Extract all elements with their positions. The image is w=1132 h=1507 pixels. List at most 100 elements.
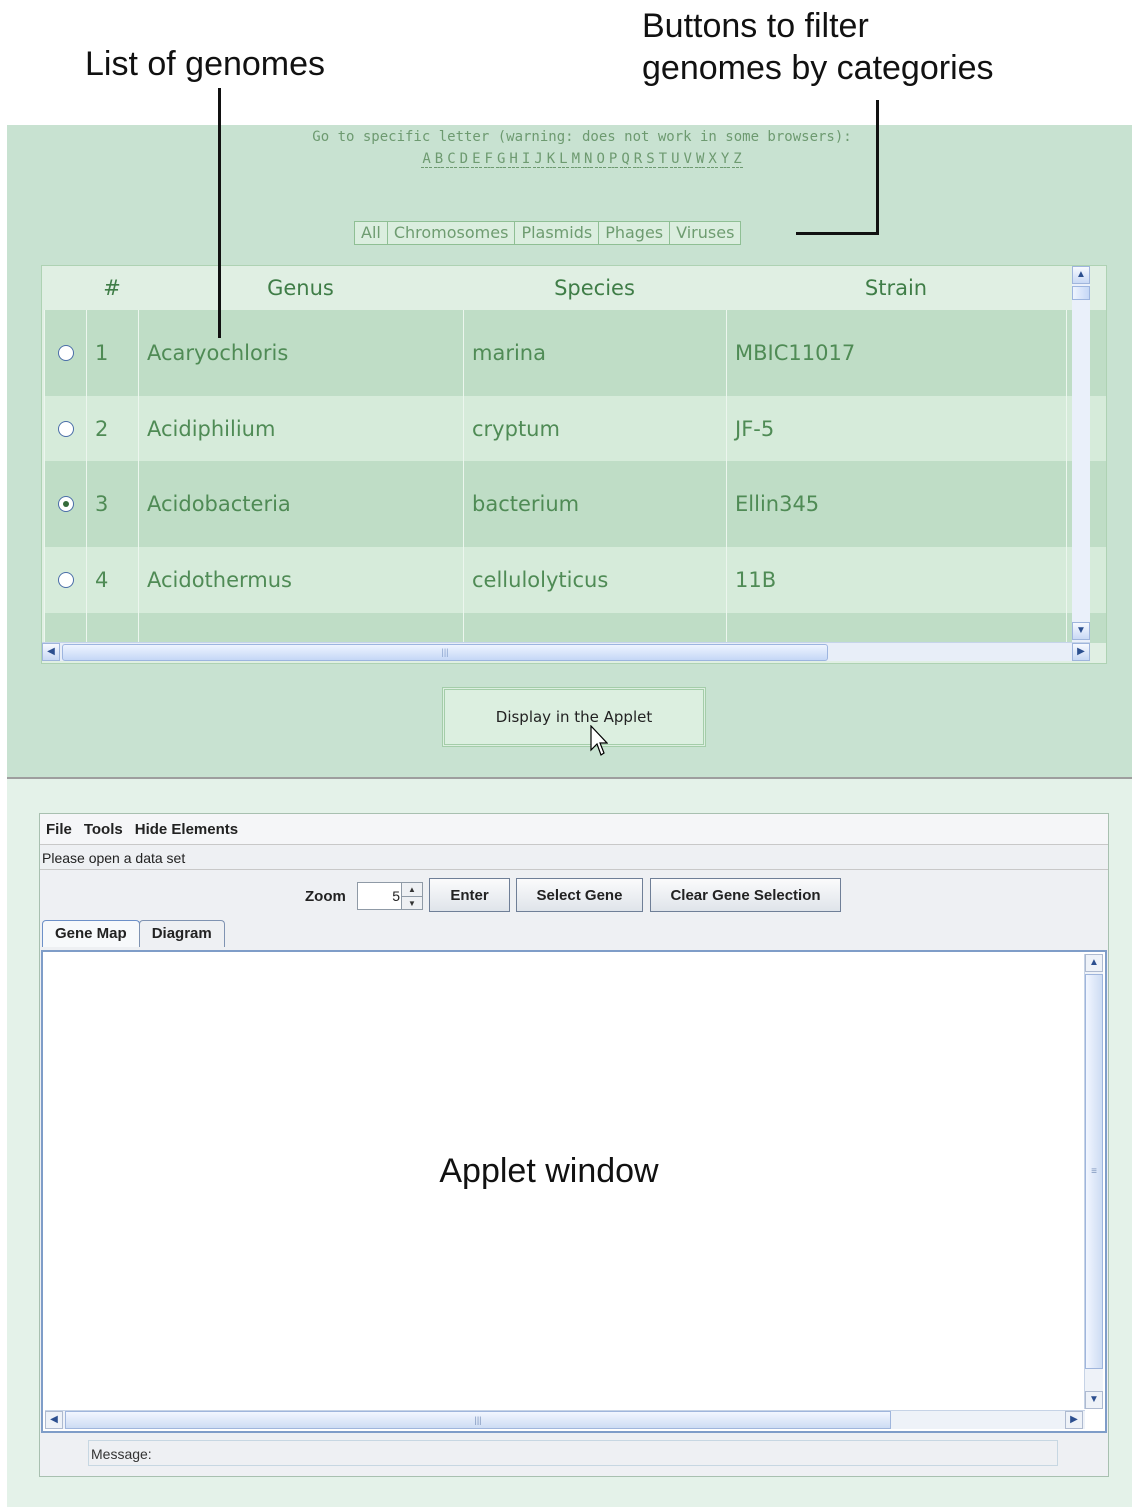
menu-hide-elements[interactable]: Hide Elements	[135, 821, 238, 838]
letter-link-x[interactable]: X	[707, 151, 718, 168]
letter-link-i[interactable]: I	[520, 151, 532, 168]
cell-species: cellulolyticus	[463, 547, 726, 613]
table-row[interactable]: 3AcidobacteriabacteriumEllin345A E N	[44, 461, 1106, 547]
applet-section: File Tools Hide Elements Please open a d…	[7, 779, 1132, 1507]
genome-list-leader-line	[218, 88, 221, 338]
horizontal-scroll-thumb[interactable]: |||	[62, 644, 828, 661]
letter-link-m[interactable]: M	[570, 151, 581, 168]
gene-map-canvas[interactable]: Applet window ▲ ≡ ▼ ◀ ||| ▶	[41, 950, 1107, 1433]
letter-link-g[interactable]: G	[495, 151, 507, 168]
select-radio-cell[interactable]	[44, 396, 86, 461]
letter-link-a[interactable]: A	[421, 151, 432, 168]
enter-button[interactable]: Enter	[429, 878, 510, 912]
canvas-horizontal-thumb[interactable]: |||	[65, 1411, 891, 1429]
spinner-up-icon[interactable]: ▲	[402, 883, 422, 897]
category-filter-buttons: All Chromosomes Plasmids Phages Viruses	[354, 221, 742, 245]
cell-num: 4	[86, 547, 138, 613]
letter-link-e[interactable]: E	[471, 151, 482, 168]
letter-link-u[interactable]: U	[670, 151, 681, 168]
row-radio-button[interactable]	[58, 345, 74, 361]
letter-link-v[interactable]: V	[682, 151, 693, 168]
canvas-scroll-right-icon[interactable]: ▶	[1065, 1411, 1083, 1429]
applet-frame: File Tools Hide Elements Please open a d…	[39, 813, 1109, 1477]
zoom-value[interactable]: 5	[392, 888, 400, 904]
letter-link-b[interactable]: B	[433, 151, 445, 168]
scroll-left-icon[interactable]: ◀	[42, 643, 60, 661]
letter-link-d[interactable]: D	[458, 151, 470, 168]
table-row[interactable]: 1AcaryochlorismarinaMBIC11017A M N	[44, 310, 1106, 396]
select-radio-cell[interactable]	[44, 461, 86, 547]
table-row[interactable]: 2AcidiphiliumcryptumJF-5A c	[44, 396, 1106, 461]
canvas-scroll-left-icon[interactable]: ◀	[45, 1411, 63, 1429]
genome-web-page: Go to specific letter (warning: does not…	[7, 125, 1132, 779]
display-in-applet-button[interactable]: Display in the Applet	[442, 687, 706, 747]
filter-leader-line-vertical	[876, 100, 879, 235]
partial-cell	[463, 613, 726, 643]
mouse-cursor-icon	[590, 725, 608, 756]
cell-strain: MBIC11017	[726, 310, 1066, 396]
cell-genus: Acaryochloris	[138, 310, 463, 396]
letter-link-k[interactable]: K	[545, 151, 557, 168]
row-radio-button[interactable]	[58, 496, 74, 512]
letter-link-z[interactable]: Z	[732, 151, 743, 168]
letter-link-l[interactable]: L	[558, 151, 569, 168]
vertical-scroll-thumb[interactable]	[1072, 286, 1090, 300]
filter-button-plasmids[interactable]: Plasmids	[514, 222, 598, 244]
cell-num: 2	[86, 396, 138, 461]
cell-num: 3	[86, 461, 138, 547]
annotation-filter-buttons-line2: genomes by categories	[642, 49, 994, 87]
header-num: #	[103, 276, 121, 300]
zoom-spinner[interactable]: 5 ▲ ▼	[357, 882, 423, 910]
cell-genus: Acidobacteria	[138, 461, 463, 547]
cell-strain: JF-5	[726, 396, 1066, 461]
select-radio-cell[interactable]	[44, 547, 86, 613]
scroll-up-icon[interactable]: ▲	[1072, 266, 1090, 284]
letter-link-s[interactable]: S	[645, 151, 656, 168]
letter-link-h[interactable]: H	[508, 151, 519, 168]
filter-button-all[interactable]: All	[355, 222, 387, 244]
menu-file[interactable]: File	[46, 821, 72, 838]
cell-strain: Ellin345	[726, 461, 1066, 547]
table-horizontal-scrollbar[interactable]: ◀ ||| ▶	[42, 642, 1090, 661]
tab-gene-map[interactable]: Gene Map	[42, 920, 140, 947]
letter-link-f[interactable]: F	[483, 151, 494, 168]
cell-genus: Acidothermus	[138, 547, 463, 613]
letter-link-r[interactable]: R	[632, 151, 644, 168]
row-radio-button[interactable]	[58, 572, 74, 588]
canvas-scroll-down-icon[interactable]: ▼	[1085, 1391, 1103, 1409]
letter-link-w[interactable]: W	[694, 151, 706, 168]
letter-link-c[interactable]: C	[446, 151, 457, 168]
canvas-scroll-up-icon[interactable]: ▲	[1085, 954, 1103, 972]
letter-link-q[interactable]: Q	[620, 151, 631, 168]
spinner-down-icon[interactable]: ▼	[402, 897, 422, 910]
partial-cell	[138, 613, 463, 643]
filter-button-chromosomes[interactable]: Chromosomes	[386, 222, 515, 244]
canvas-vertical-scrollbar[interactable]: ▲ ≡ ▼	[1084, 954, 1103, 1409]
table-row[interactable]: 4Acidothermuscellulolyticus11BA 1	[44, 547, 1106, 613]
select-gene-button[interactable]: Select Gene	[516, 878, 643, 912]
table-row-partial: A	[44, 613, 1106, 643]
goto-letter-text: Go to specific letter (warning: does not…	[312, 129, 852, 145]
spinner-arrows[interactable]: ▲ ▼	[401, 883, 422, 909]
select-radio-cell[interactable]	[44, 310, 86, 396]
partial-cell	[86, 613, 138, 643]
row-radio-button[interactable]	[58, 420, 74, 437]
letter-link-n[interactable]: N	[583, 151, 594, 168]
letter-link-p[interactable]: P	[607, 151, 619, 168]
canvas-horizontal-scrollbar[interactable]: ◀ ||| ▶	[45, 1410, 1085, 1429]
tab-diagram[interactable]: Diagram	[138, 920, 225, 947]
header-genus: Genus	[267, 276, 334, 300]
scroll-right-icon[interactable]: ▶	[1072, 643, 1090, 661]
letter-link-j[interactable]: J	[533, 151, 544, 168]
clear-gene-selection-button[interactable]: Clear Gene Selection	[650, 878, 841, 912]
letter-link-y[interactable]: Y	[719, 151, 731, 168]
filter-button-viruses[interactable]: Viruses	[669, 222, 740, 244]
menu-tools[interactable]: Tools	[84, 821, 123, 838]
letter-link-o[interactable]: O	[595, 151, 606, 168]
cell-strain: 11B	[726, 547, 1066, 613]
filter-button-phages[interactable]: Phages	[598, 222, 669, 244]
table-vertical-scrollbar[interactable]: ▲ ▼	[1072, 266, 1090, 660]
scroll-down-icon[interactable]: ▼	[1072, 622, 1090, 640]
letter-link-t[interactable]: T	[657, 151, 669, 168]
canvas-vertical-thumb[interactable]: ≡	[1085, 974, 1103, 1369]
